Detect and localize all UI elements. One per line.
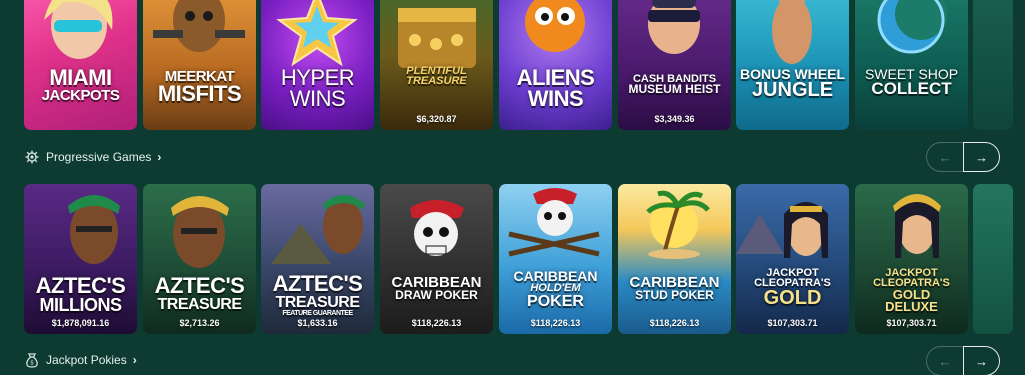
game-title: Meerkat Misfits <box>157 68 242 107</box>
jackpot-amount: $107,303.71 <box>767 318 818 328</box>
jackpot-amount: $2,713.26 <box>179 318 220 328</box>
game-title: Cash Bandits Museum Heist <box>628 73 721 97</box>
game-art <box>380 184 493 334</box>
game-tile-meerkat-misfits[interactable]: Meerkat Misfits <box>143 0 256 130</box>
game-tile-aztecs-treasure[interactable]: Aztec's Treasure $2,713.26 <box>143 184 256 334</box>
game-title: Jackpot Cleopatra's Gold <box>754 267 831 309</box>
game-tile-jackpot-cleopatras-gold[interactable]: Jackpot Cleopatra's Gold $107,303.71 <box>736 184 849 334</box>
section-header-progressive[interactable]: Progressive Games › <box>24 147 161 167</box>
progressive-carousel-nav: ← → <box>926 142 1001 172</box>
cog-icon <box>24 149 40 165</box>
game-title: Aliens Wins <box>516 65 595 111</box>
partial-tile <box>973 184 1013 334</box>
partial-tile <box>973 0 1013 130</box>
svg-text:$: $ <box>30 360 34 367</box>
game-art <box>618 0 731 130</box>
jackpot-amount: $1,633.16 <box>297 318 338 328</box>
game-title: Aztec's Treasure <box>154 273 245 313</box>
carousel-next-button[interactable]: → <box>963 142 1000 172</box>
jackpot-amount: $118,226.13 <box>411 318 462 328</box>
game-title: Aztec's Treasure Feature Guarantee <box>272 271 363 318</box>
game-title: Jackpot Cleopatra's Gold Deluxe <box>873 267 950 315</box>
jackpot-amount: $118,226.13 <box>649 318 700 328</box>
chevron-right-icon: › <box>157 150 162 164</box>
game-tile-sweet-shop-collect[interactable]: Sweet Shop Collect <box>855 0 968 130</box>
game-art <box>855 0 968 130</box>
jackpot-pokies-carousel-nav: ← → <box>926 346 1001 375</box>
game-title: Caribbean Hold'em Poker <box>513 268 598 310</box>
game-tile-aztecs-millions[interactable]: Aztec's Millions $1,878,091.16 <box>24 184 137 334</box>
game-art <box>736 0 849 130</box>
game-tile-aliens-wins[interactable]: Aliens Wins <box>499 0 612 130</box>
game-tile-miami-jackpots[interactable]: Miami Jackpots <box>24 0 137 130</box>
game-title: Plentiful Treasure <box>406 65 467 88</box>
carousel-prev-button[interactable]: ← <box>926 346 963 375</box>
game-tile-cash-bandits[interactable]: Cash Bandits Museum Heist $3,349.36 <box>618 0 731 130</box>
game-title: Sweet Shop Collect <box>864 66 959 99</box>
section-header-jackpot-pokies[interactable]: $ Jackpot Pokies › <box>24 350 137 370</box>
game-art <box>736 184 849 334</box>
jackpot-amount: $118,226.13 <box>530 318 581 328</box>
game-art <box>143 0 256 130</box>
game-tile-bonus-wheel-jungle[interactable]: Bonus Wheel Jungle <box>736 0 849 130</box>
game-art <box>618 184 731 334</box>
game-tile-caribbean-draw-poker[interactable]: Caribbean Draw Poker $118,226.13 <box>380 184 493 334</box>
jackpot-amount: $107,303.71 <box>886 318 937 328</box>
game-title: Miami Jackpots <box>41 65 120 104</box>
game-tile-caribbean-stud-poker[interactable]: Caribbean Stud Poker $118,226.13 <box>618 184 731 334</box>
game-title: Caribbean Draw Poker <box>391 274 482 303</box>
section-title: Progressive Games <box>46 150 152 164</box>
game-title: Caribbean Stud Poker <box>629 274 720 303</box>
game-title: Aztec's Millions <box>35 273 126 315</box>
carousel-next-button[interactable]: → <box>963 346 1000 375</box>
jackpot-amount: $1,878,091.16 <box>51 318 110 328</box>
game-tile-caribbean-holdem-poker[interactable]: Caribbean Hold'em Poker $118,226.13 <box>499 184 612 334</box>
top-games-row: Miami Jackpots Meerkat Misfits <box>0 0 1025 130</box>
game-title: Hyper Wins <box>280 65 355 111</box>
money-bag-icon: $ <box>24 352 40 368</box>
game-tile-hyper-wins[interactable]: Hyper Wins <box>261 0 374 130</box>
jackpot-amount: $3,349.36 <box>654 114 695 124</box>
carousel-prev-button[interactable]: ← <box>926 142 963 172</box>
game-tile-plentiful-treasure[interactable]: Plentiful Treasure $6,320.87 <box>380 0 493 130</box>
chevron-right-icon: › <box>132 353 137 367</box>
game-title: Bonus Wheel Jungle <box>740 66 845 102</box>
game-tile-aztecs-treasure-feature-guarantee[interactable]: Aztec's Treasure Feature Guarantee $1,63… <box>261 184 374 334</box>
jackpot-amount: $6,320.87 <box>416 114 457 124</box>
game-tile-jackpot-cleopatras-gold-deluxe[interactable]: Jackpot Cleopatra's Gold Deluxe $107,303… <box>855 184 968 334</box>
section-title: Jackpot Pokies <box>46 353 127 367</box>
progressive-games-row: Aztec's Millions $1,878,091.16 Aztec's T… <box>0 184 1025 334</box>
game-art <box>499 184 612 334</box>
